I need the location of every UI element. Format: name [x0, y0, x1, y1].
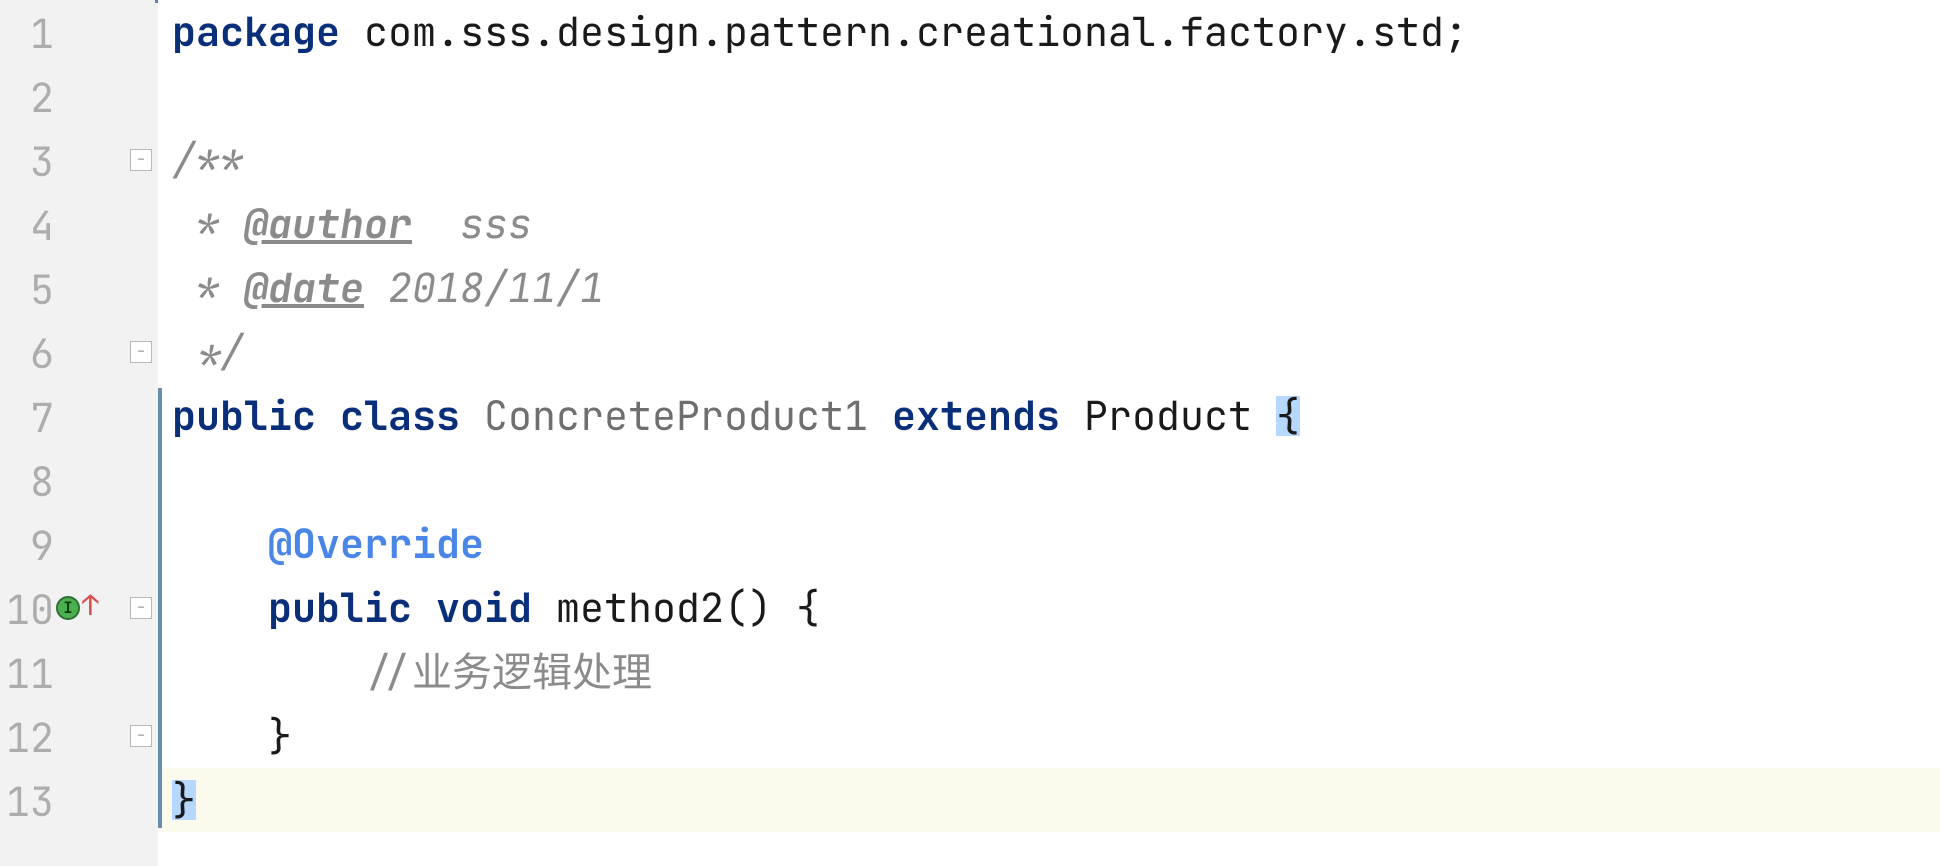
line-number: 10: [0, 586, 54, 630]
code-token: com.sss.design.pattern.creational.factor…: [340, 12, 1468, 52]
gutter-icons: [54, 192, 158, 256]
gutter-icons: −: [54, 128, 158, 192]
gutter-icons: [54, 384, 158, 448]
code-token: method2(): [532, 588, 796, 628]
gutter-icons: −: [54, 704, 158, 768]
code-token: *: [172, 268, 244, 308]
gutter-row: 10I↑ −: [0, 576, 158, 640]
override-method-icon[interactable]: I: [56, 596, 80, 620]
fold-toggle-icon[interactable]: −: [130, 725, 152, 747]
navigate-super-icon[interactable]: ↑: [82, 592, 99, 620]
code-token: package: [172, 12, 340, 52]
code-token: 2018/11/1: [364, 268, 604, 308]
line-number: 6: [0, 330, 54, 374]
fold-toggle-icon[interactable]: −: [130, 149, 152, 171]
line-number: 5: [0, 266, 54, 310]
gutter-icons: −: [54, 320, 158, 384]
code-line[interactable]: [158, 64, 1940, 128]
code-token: }: [268, 716, 292, 756]
gutter-row: 1: [0, 0, 158, 64]
line-number: 9: [0, 522, 54, 566]
code-token: [316, 396, 340, 436]
line-number: 8: [0, 458, 54, 502]
code-line[interactable]: [158, 448, 1940, 512]
gutter-icons: [54, 64, 158, 128]
gutter-row: 3−: [0, 128, 158, 192]
code-token: [172, 716, 268, 756]
line-number: 1: [0, 10, 54, 54]
fold-toggle-icon[interactable]: −: [130, 341, 152, 363]
gutter-icons: [54, 448, 158, 512]
code-line[interactable]: package com.sss.design.pattern.creationa…: [158, 0, 1940, 64]
code-token: extends: [892, 396, 1060, 436]
gutter-row: 9: [0, 512, 158, 576]
code-token: [172, 652, 364, 692]
code-token: */: [172, 332, 244, 372]
code-area[interactable]: package com.sss.design.pattern.creationa…: [158, 0, 1940, 866]
code-line[interactable]: /**: [158, 128, 1940, 192]
code-token: //业务逻辑处理: [364, 652, 652, 692]
code-token: sss: [412, 204, 532, 244]
gutter-row: 5: [0, 256, 158, 320]
code-editor[interactable]: 123−456−78910I↑−1112−13 package com.sss.…: [0, 0, 1940, 866]
code-line[interactable]: }: [158, 704, 1940, 768]
code-token: [868, 396, 892, 436]
gutter-row: 11: [0, 640, 158, 704]
code-token: Product: [1060, 396, 1276, 436]
code-token: }: [172, 780, 196, 820]
code-line[interactable]: * @date 2018/11/1: [158, 256, 1940, 320]
code-token: public: [268, 588, 412, 628]
code-token: @author: [244, 204, 412, 244]
code-token: class: [340, 396, 460, 436]
vcs-change-bar: [158, 388, 162, 828]
code-token: [172, 588, 268, 628]
code-line[interactable]: * @author sss: [158, 192, 1940, 256]
gutter-icons: I↑ −: [54, 576, 158, 640]
code-token: [460, 396, 484, 436]
gutter-row: 2: [0, 64, 158, 128]
code-line[interactable]: //业务逻辑处理: [158, 640, 1940, 704]
line-number: 4: [0, 202, 54, 246]
gutter-row: 8: [0, 448, 158, 512]
gutter-icons: [54, 768, 158, 832]
editor-gutter: 123−456−78910I↑−1112−13: [0, 0, 158, 866]
code-token: ConcreteProduct1: [484, 396, 868, 436]
line-number: 7: [0, 394, 54, 438]
code-line[interactable]: }: [158, 768, 1940, 832]
line-number: 13: [0, 778, 54, 822]
code-line[interactable]: */: [158, 320, 1940, 384]
gutter-row: 12 −: [0, 704, 158, 768]
code-token: {: [796, 588, 820, 628]
code-line[interactable]: public class ConcreteProduct1 extends Pr…: [158, 384, 1940, 448]
gutter-icons: [54, 256, 158, 320]
fold-toggle-icon[interactable]: −: [130, 597, 152, 619]
gutter-row: 4: [0, 192, 158, 256]
code-line[interactable]: @Override: [158, 512, 1940, 576]
code-token: *: [172, 204, 244, 244]
code-token: /**: [172, 140, 244, 180]
line-number: 3: [0, 138, 54, 182]
line-number: 11: [0, 650, 54, 694]
gutter-icons: [54, 640, 158, 704]
code-token: [412, 588, 436, 628]
code-line[interactable]: public void method2() {: [158, 576, 1940, 640]
line-number: 2: [0, 74, 54, 118]
gutter-row: 13: [0, 768, 158, 832]
code-token: void: [436, 588, 532, 628]
code-token: {: [1276, 396, 1300, 436]
gutter-icons: [54, 0, 158, 64]
code-token: public: [172, 396, 316, 436]
code-token: @Override: [268, 524, 484, 564]
gutter-row: 7: [0, 384, 158, 448]
line-number: 12: [0, 714, 54, 758]
code-token: [172, 524, 268, 564]
code-token: @date: [244, 268, 364, 308]
gutter-row: 6−: [0, 320, 158, 384]
gutter-icons: [54, 512, 158, 576]
